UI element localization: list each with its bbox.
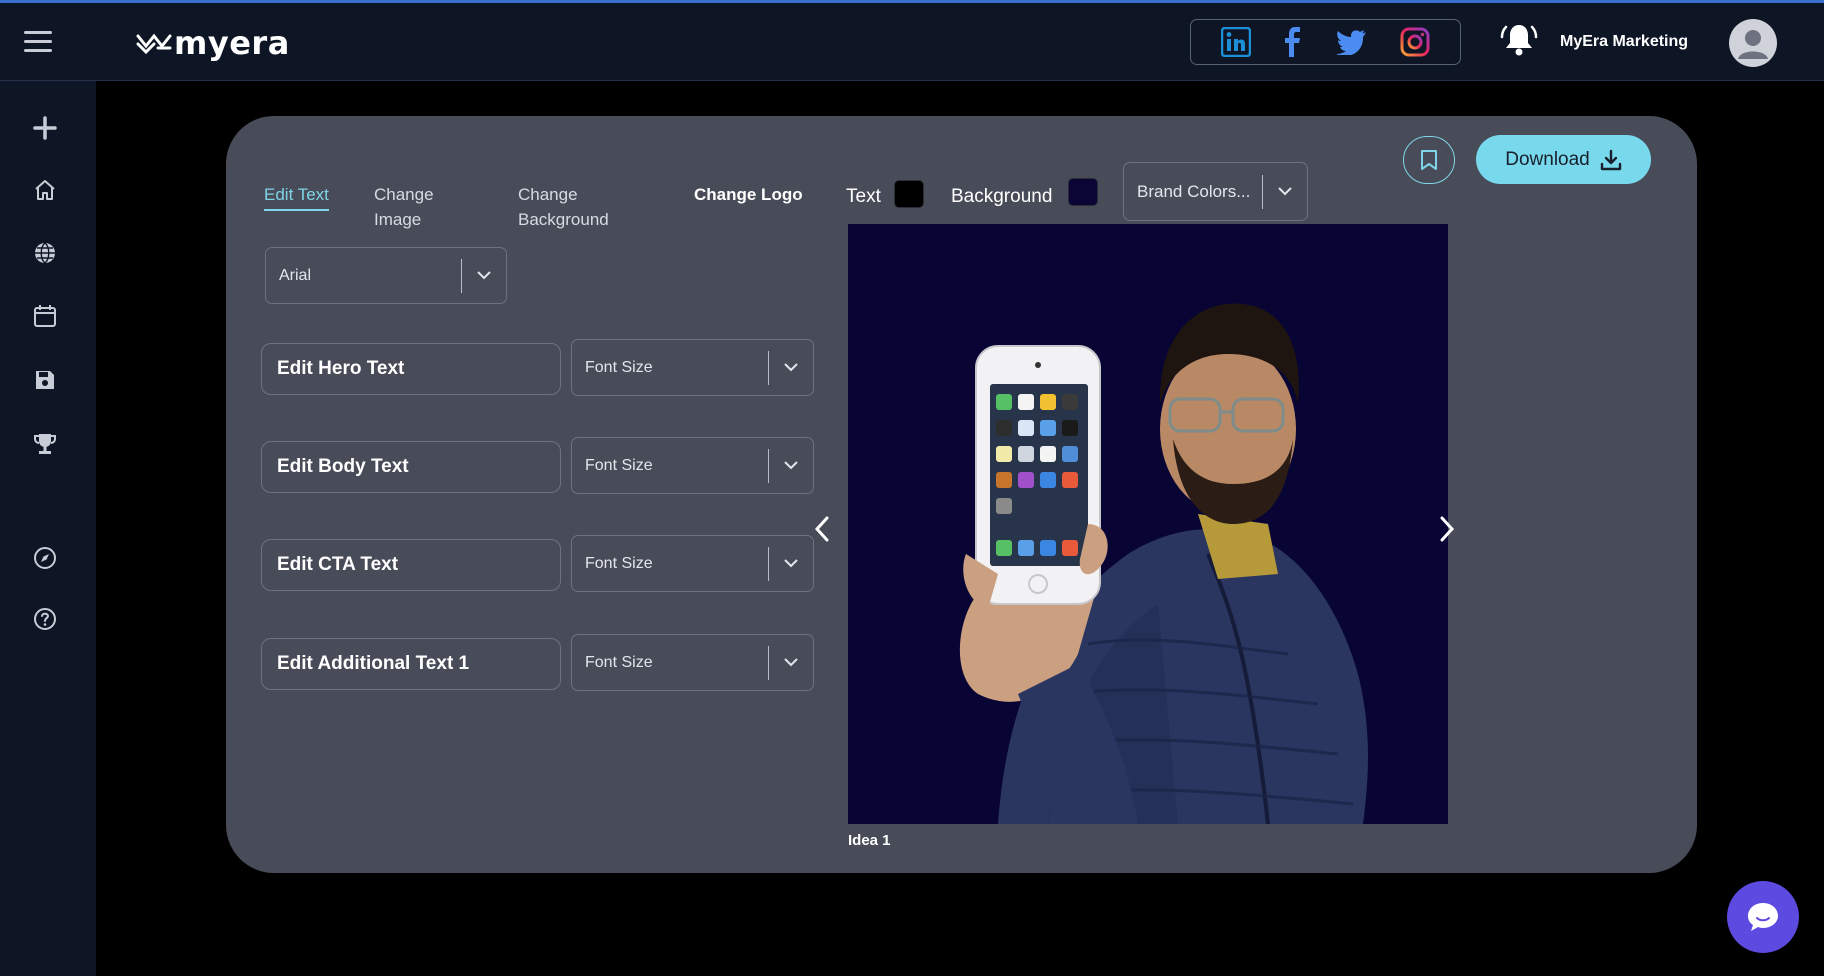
- additional-font-size-value: Font Size: [585, 653, 653, 671]
- download-label: Download: [1505, 148, 1590, 170]
- person-holding-phone-image: [959, 303, 1368, 824]
- next-arrow-icon[interactable]: [1434, 512, 1460, 546]
- design-preview-image[interactable]: [848, 224, 1448, 824]
- download-icon: [1600, 149, 1621, 170]
- chevron-down-icon: [1263, 187, 1307, 196]
- hero-font-size-value: Font Size: [585, 358, 653, 376]
- user-icon: [1738, 30, 1768, 59]
- sidebar: [0, 81, 96, 976]
- brand-colors-value: Brand Colors...: [1137, 181, 1251, 201]
- hero-text-input[interactable]: Edit Hero Text: [261, 343, 561, 395]
- chevron-down-icon: [769, 363, 813, 372]
- tab-change-background[interactable]: Change Background: [518, 182, 618, 232]
- download-button[interactable]: Download: [1476, 135, 1651, 184]
- bookmark-icon: [1421, 150, 1437, 170]
- avatar[interactable]: [1729, 19, 1777, 67]
- brand-mark-icon: [136, 33, 172, 54]
- additional-text-input[interactable]: Edit Additional Text 1: [261, 638, 561, 690]
- instagram-icon[interactable]: [1400, 27, 1430, 57]
- plus-icon[interactable]: [32, 115, 58, 141]
- globe-icon[interactable]: [32, 240, 58, 266]
- linkedin-icon[interactable]: [1221, 27, 1252, 57]
- text-color-label: Text: [846, 186, 881, 207]
- chevron-down-icon: [769, 559, 813, 568]
- home-icon[interactable]: [32, 177, 58, 203]
- account-name[interactable]: MyEra Marketing: [1560, 33, 1688, 51]
- tab-change-image[interactable]: Change Image: [374, 182, 454, 232]
- bookmark-button[interactable]: [1403, 136, 1455, 184]
- chevron-down-icon: [769, 461, 813, 470]
- social-links: [1190, 19, 1461, 65]
- brand-logo[interactable]: myera: [136, 24, 290, 62]
- preview-caption: Idea 1: [848, 832, 891, 849]
- save-icon[interactable]: [32, 367, 58, 393]
- font-family-select[interactable]: Arial: [265, 247, 507, 304]
- cta-font-size-value: Font Size: [585, 554, 653, 572]
- notification-bell-icon[interactable]: [1500, 21, 1538, 59]
- cta-text-input[interactable]: Edit CTA Text: [261, 539, 561, 591]
- body-text-input[interactable]: Edit Body Text: [261, 441, 561, 493]
- top-bar: myera MyEra Marketing: [0, 3, 1824, 81]
- tab-edit-text[interactable]: Edit Text: [264, 182, 329, 211]
- chat-bubble-icon: [1748, 903, 1778, 931]
- help-icon[interactable]: [32, 606, 58, 632]
- editor-panel: Edit Text Change Image Change Background…: [226, 116, 1697, 873]
- text-color-swatch[interactable]: [894, 180, 924, 208]
- chevron-down-icon: [462, 271, 506, 280]
- additional-font-size-select[interactable]: Font Size: [571, 634, 814, 691]
- body-font-size-select[interactable]: Font Size: [571, 437, 814, 494]
- facebook-icon[interactable]: [1284, 27, 1302, 57]
- trophy-icon[interactable]: [32, 431, 58, 457]
- brand-colors-select[interactable]: Brand Colors...: [1123, 162, 1308, 221]
- brand-name: myera: [174, 24, 290, 62]
- hero-font-size-select[interactable]: Font Size: [571, 339, 814, 396]
- chat-button[interactable]: [1727, 881, 1799, 953]
- font-family-value: Arial: [279, 266, 312, 284]
- calendar-icon[interactable]: [32, 303, 58, 329]
- cta-font-size-select[interactable]: Font Size: [571, 535, 814, 592]
- body-font-size-value: Font Size: [585, 456, 653, 474]
- previous-arrow-icon[interactable]: [809, 512, 835, 546]
- tab-change-logo[interactable]: Change Logo: [694, 182, 803, 207]
- menu-icon[interactable]: [24, 31, 52, 55]
- background-color-swatch[interactable]: [1068, 178, 1098, 206]
- chevron-down-icon: [769, 658, 813, 667]
- compass-icon[interactable]: [32, 545, 58, 571]
- twitter-icon[interactable]: [1335, 29, 1367, 55]
- background-color-label: Background: [951, 186, 1053, 207]
